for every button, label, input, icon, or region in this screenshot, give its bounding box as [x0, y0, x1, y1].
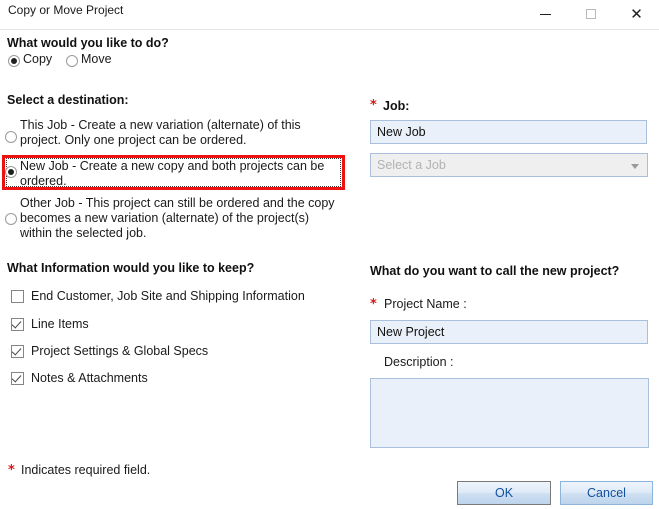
description-label: Description :: [384, 355, 454, 369]
checkbox-line-items[interactable]: [11, 318, 24, 331]
required-field-note: Indicates required field.: [21, 463, 151, 477]
checkbox-notes-attachments-label[interactable]: Notes & Attachments: [31, 371, 148, 385]
ok-button[interactable]: OK: [457, 481, 551, 505]
close-button[interactable]: ✕: [614, 0, 659, 28]
checkbox-notes-attachments[interactable]: [11, 372, 24, 385]
action-heading: What would you like to do?: [7, 36, 169, 50]
minimize-button[interactable]: [523, 0, 568, 28]
title-bar: Copy or Move Project ✕: [0, 0, 659, 30]
footer-required-asterisk: *: [8, 463, 15, 478]
maximize-icon: [585, 9, 596, 19]
project-name-input[interactable]: New Project: [370, 320, 648, 344]
window-title: Copy or Move Project: [8, 3, 124, 17]
job-select-placeholder: Select a Job: [377, 158, 446, 172]
checkbox-end-customer-label[interactable]: End Customer, Job Site and Shipping Info…: [31, 289, 305, 303]
checkbox-line-items-label[interactable]: Line Items: [31, 317, 89, 331]
keep-heading: What Information would you like to keep?: [7, 261, 255, 275]
project-name-required-asterisk: *: [370, 297, 377, 312]
radio-new-job[interactable]: [5, 166, 17, 178]
cancel-button[interactable]: Cancel: [560, 481, 653, 505]
job-name-input[interactable]: New Job: [370, 120, 647, 144]
radio-move-label[interactable]: Move: [81, 52, 112, 67]
description-textarea[interactable]: [370, 378, 649, 448]
radio-other-job-label[interactable]: Other Job - This project can still be or…: [20, 196, 340, 241]
radio-other-job[interactable]: [5, 213, 17, 225]
radio-move[interactable]: [66, 55, 78, 67]
radio-this-job[interactable]: [5, 131, 17, 143]
job-required-asterisk: *: [370, 98, 377, 113]
project-heading: What do you want to call the new project…: [370, 264, 620, 278]
radio-copy-label[interactable]: Copy: [23, 52, 52, 67]
checkbox-project-settings-label[interactable]: Project Settings & Global Specs: [31, 344, 208, 358]
close-icon: ✕: [630, 5, 643, 23]
minimize-icon: [540, 13, 551, 15]
checkbox-project-settings[interactable]: [11, 345, 24, 358]
checkbox-end-customer[interactable]: [11, 290, 24, 303]
destination-heading: Select a destination:: [7, 93, 129, 107]
project-name-label: Project Name :: [384, 297, 467, 311]
maximize-button[interactable]: [568, 0, 613, 28]
radio-copy[interactable]: [8, 55, 20, 67]
radio-new-job-label[interactable]: New Job - Create a new copy and both pro…: [20, 159, 338, 189]
job-label: Job:: [383, 99, 410, 113]
radio-this-job-label[interactable]: This Job - Create a new variation (alter…: [20, 118, 340, 148]
chevron-down-icon: [631, 164, 639, 169]
job-select-dropdown[interactable]: Select a Job: [370, 153, 648, 177]
